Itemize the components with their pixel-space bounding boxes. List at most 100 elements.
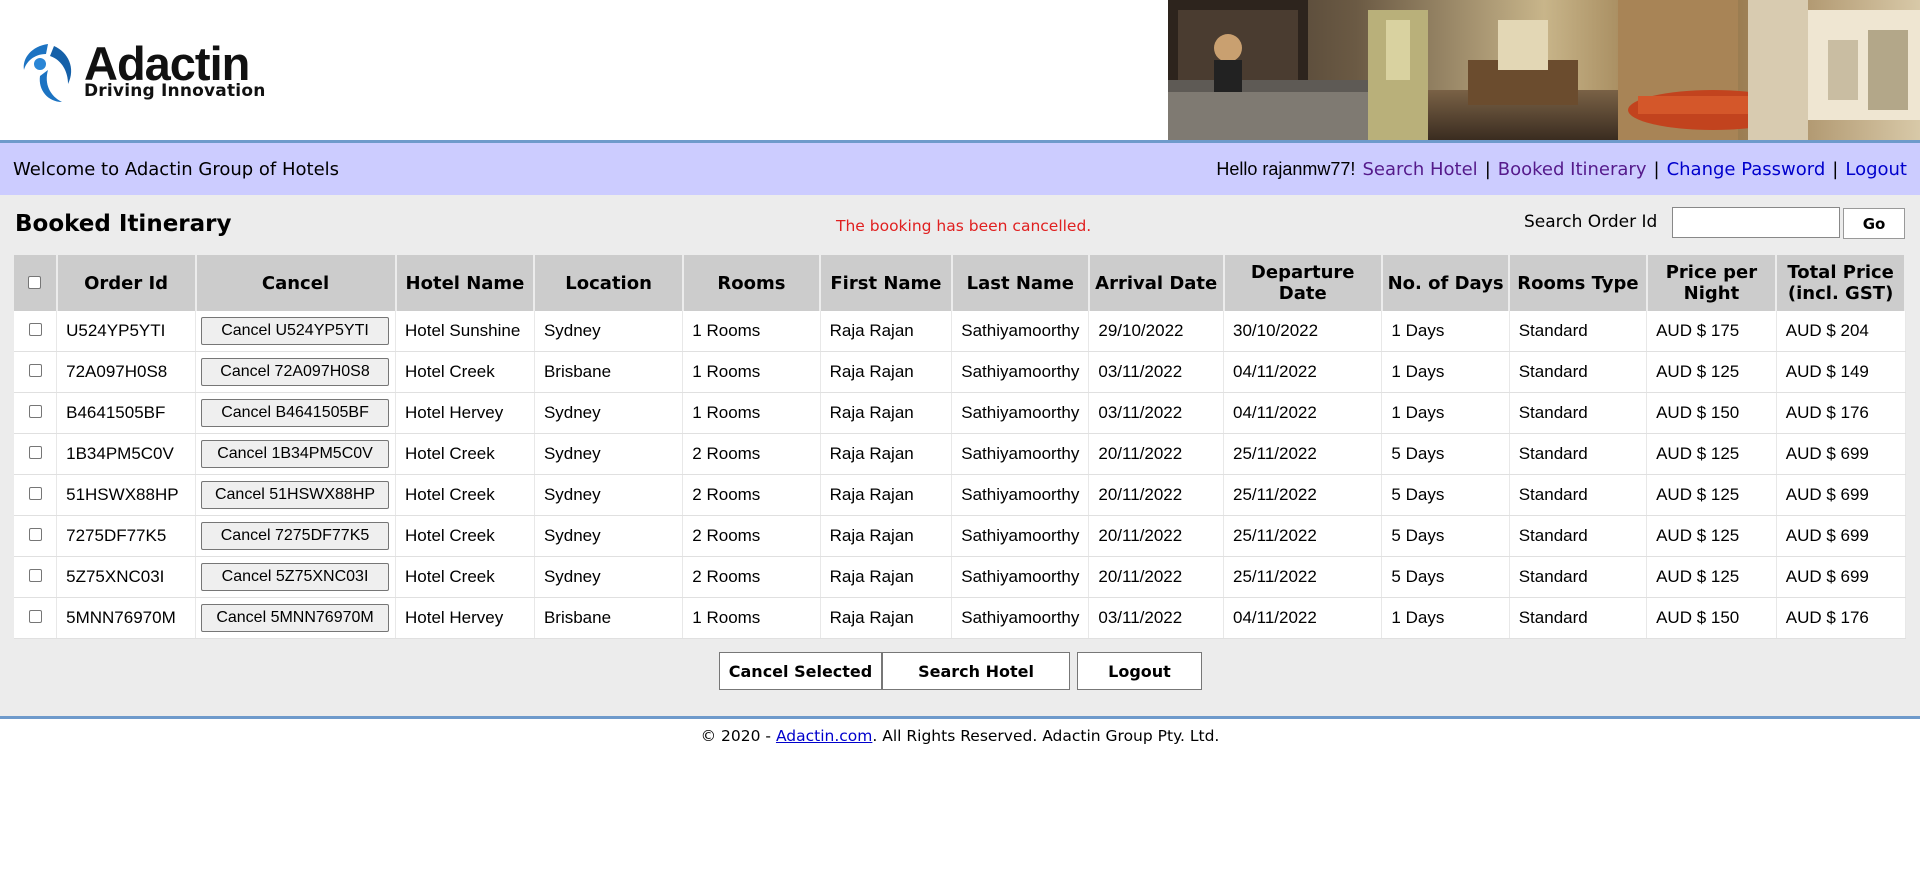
footer: © 2020 - Adactin.com. All Rights Reserve… xyxy=(0,719,1920,745)
header-price-per-night: Price per Night xyxy=(1646,255,1778,311)
total-price-cell: AUD $ 149 xyxy=(1776,351,1906,393)
row-select-cell[interactable] xyxy=(14,474,58,516)
total-price-cell: AUD $ 176 xyxy=(1776,597,1906,639)
top-nav: Hello rajanmw77! Search Hotel | Booked I… xyxy=(1216,159,1907,180)
row-checkbox[interactable] xyxy=(28,487,42,500)
cancel-selected-button[interactable]: Cancel Selected xyxy=(719,652,882,690)
hotel-name-cell: Hotel Creek xyxy=(395,556,535,598)
go-button[interactable]: Go xyxy=(1843,208,1905,239)
action-buttons: Cancel Selected Search Hotel Logout xyxy=(719,652,1202,690)
table-row: 72A097H0S8 Cancel 72A097H0S8 Hotel Creek Br… xyxy=(14,351,1906,393)
nav-logout-link[interactable]: Logout xyxy=(1845,159,1907,180)
nav-separator: | xyxy=(1653,158,1660,180)
row-select-cell[interactable] xyxy=(14,556,58,598)
rooms-cell: 2 Rooms xyxy=(682,556,821,598)
nav-search-hotel-link[interactable]: Search Hotel xyxy=(1362,159,1477,180)
row-checkbox[interactable] xyxy=(28,528,42,541)
search-order-input[interactable] xyxy=(1672,207,1840,238)
first-name-cell: Raja Rajan xyxy=(820,515,953,557)
hotel-name-cell: Hotel Sunshine xyxy=(395,311,535,352)
order-id-cell: 72A097H0S8 xyxy=(56,351,197,393)
cancel-booking-button[interactable]: Cancel 5MNN76970M xyxy=(201,604,390,632)
row-select-cell[interactable] xyxy=(14,433,58,475)
arrival-date-cell: 29/10/2022 xyxy=(1088,311,1224,352)
price-per-night-cell: AUD $ 125 xyxy=(1646,474,1777,516)
location-cell: Sydney xyxy=(534,474,684,516)
footer-copyright: © 2020 - xyxy=(700,727,776,745)
row-checkbox[interactable] xyxy=(28,364,42,377)
cancel-cell: Cancel 5MNN76970M xyxy=(195,597,396,639)
select-all-checkbox[interactable] xyxy=(28,275,42,289)
nav-booked-itinerary-link[interactable]: Booked Itinerary xyxy=(1498,159,1647,180)
cancel-booking-button[interactable]: Cancel 51HSWX88HP xyxy=(201,481,390,509)
row-checkbox[interactable] xyxy=(28,569,42,582)
row-select-cell[interactable] xyxy=(14,597,58,639)
rooms-type-cell: Standard xyxy=(1509,474,1648,516)
rooms-type-cell: Standard xyxy=(1509,515,1648,557)
row-select-cell[interactable] xyxy=(14,515,58,557)
search-order-label: Search Order Id xyxy=(1524,212,1658,232)
order-id-cell: B4641505BF xyxy=(56,392,197,434)
departure-date-cell: 25/11/2022 xyxy=(1223,474,1383,516)
cancel-cell: Cancel B4641505BF xyxy=(195,392,396,434)
arrival-date-cell: 03/11/2022 xyxy=(1088,351,1224,393)
hotel-name-cell: Hotel Hervey xyxy=(395,392,535,434)
cancel-booking-button[interactable]: Cancel U524YP5YTI xyxy=(201,317,390,345)
cancel-booking-button[interactable]: Cancel 7275DF77K5 xyxy=(201,522,390,550)
header-hotel-name: Hotel Name xyxy=(395,255,536,311)
order-id-cell: 1B34PM5C0V xyxy=(56,433,197,475)
header-select-all[interactable] xyxy=(14,255,58,311)
footer-adactin-link[interactable]: Adactin.com xyxy=(776,727,872,745)
departure-date-cell: 04/11/2022 xyxy=(1223,392,1383,434)
hotel-name-cell: Hotel Hervey xyxy=(395,597,535,639)
row-checkbox[interactable] xyxy=(28,446,42,459)
logo-swirl-icon xyxy=(23,44,72,102)
rooms-cell: 2 Rooms xyxy=(682,474,821,516)
main-content: Booked Itinerary The booking has been ca… xyxy=(0,195,1920,719)
header-arrival-date: Arrival Date xyxy=(1088,255,1225,311)
total-price-cell: AUD $ 699 xyxy=(1776,556,1906,598)
nav-change-password-link[interactable]: Change Password xyxy=(1667,159,1826,180)
hotel-lobby-banner xyxy=(1168,0,1920,140)
cancel-booking-button[interactable]: Cancel 72A097H0S8 xyxy=(201,358,390,386)
status-message: The booking has been cancelled. xyxy=(836,217,1092,235)
last-name-cell: Sathiyamoorthy xyxy=(951,392,1090,434)
title-row: Booked Itinerary The booking has been ca… xyxy=(0,195,1920,255)
last-name-cell: Sathiyamoorthy xyxy=(951,597,1090,639)
row-checkbox[interactable] xyxy=(28,405,42,418)
last-name-cell: Sathiyamoorthy xyxy=(951,474,1090,516)
departure-date-cell: 04/11/2022 xyxy=(1223,351,1383,393)
row-select-cell[interactable] xyxy=(14,351,58,393)
row-checkbox[interactable] xyxy=(28,610,42,623)
no-of-days-cell: 1 Days xyxy=(1381,311,1510,352)
rooms-type-cell: Standard xyxy=(1509,556,1648,598)
row-checkbox[interactable] xyxy=(28,323,42,336)
rooms-type-cell: Standard xyxy=(1509,597,1648,639)
first-name-cell: Raja Rajan xyxy=(820,597,953,639)
order-id-cell: 5MNN76970M xyxy=(56,597,197,639)
price-per-night-cell: AUD $ 125 xyxy=(1646,433,1777,475)
cancel-booking-button[interactable]: Cancel B4641505BF xyxy=(201,399,390,427)
cancel-booking-button[interactable]: Cancel 1B34PM5C0V xyxy=(201,440,390,468)
nav-separator: | xyxy=(1832,158,1839,180)
total-price-cell: AUD $ 699 xyxy=(1776,474,1906,516)
hello-user: Hello rajanmw77! xyxy=(1216,158,1356,179)
location-cell: Brisbane xyxy=(534,351,684,393)
search-hotel-button[interactable]: Search Hotel xyxy=(882,652,1070,690)
hotel-name-cell: Hotel Creek xyxy=(395,474,535,516)
hotel-name-cell: Hotel Creek xyxy=(395,515,535,557)
row-select-cell[interactable] xyxy=(14,392,58,434)
price-per-night-cell: AUD $ 125 xyxy=(1646,515,1777,557)
row-select-cell[interactable] xyxy=(14,311,58,352)
total-price-cell: AUD $ 699 xyxy=(1776,515,1906,557)
nav-separator: | xyxy=(1484,158,1491,180)
logout-button[interactable]: Logout xyxy=(1077,652,1202,690)
location-cell: Sydney xyxy=(534,556,684,598)
arrival-date-cell: 03/11/2022 xyxy=(1088,392,1224,434)
cancel-booking-button[interactable]: Cancel 5Z75XNC03I xyxy=(201,563,390,591)
header-rooms-type: Rooms Type xyxy=(1509,255,1648,311)
location-cell: Sydney xyxy=(534,392,684,434)
welcome-text: Welcome to Adactin Group of Hotels xyxy=(13,158,340,180)
arrival-date-cell: 20/11/2022 xyxy=(1088,433,1224,475)
cancel-cell: Cancel 72A097H0S8 xyxy=(195,351,396,393)
